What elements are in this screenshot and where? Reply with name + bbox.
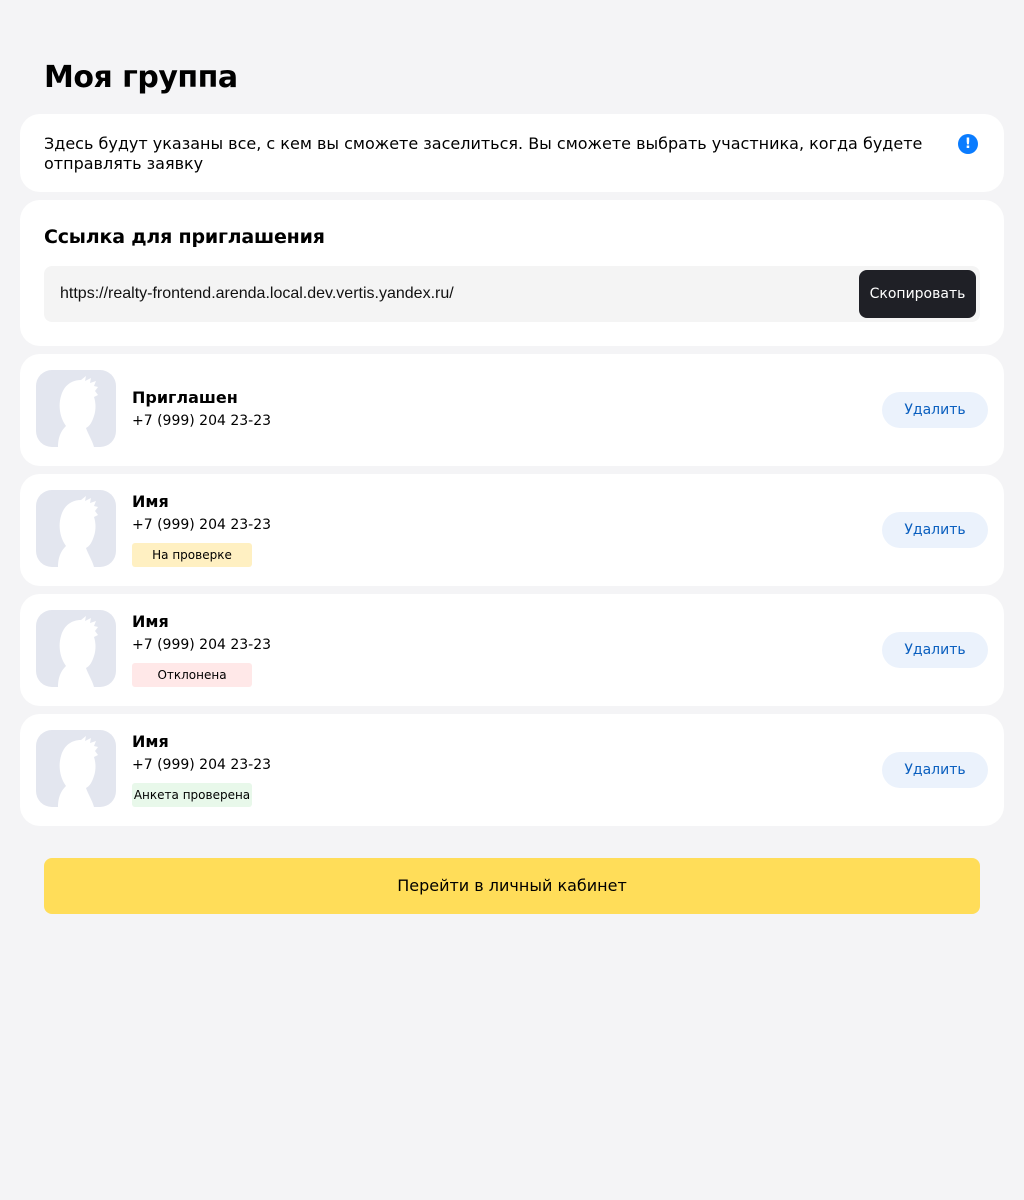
- member-phone: +7 (999) 204 23-23: [132, 637, 272, 653]
- avatar-placeholder-icon: [36, 730, 116, 807]
- member-name: Имя: [132, 612, 169, 631]
- info-exclamation-icon[interactable]: !: [958, 134, 978, 154]
- status-badge: Отклонена: [132, 663, 252, 687]
- member-phone: +7 (999) 204 23-23: [132, 517, 272, 533]
- delete-button[interactable]: Удалить: [882, 752, 988, 788]
- member-card: Имя +7 (999) 204 23-23 Отклонена Удалить: [20, 594, 1004, 706]
- status-badge: Анкета проверена: [132, 783, 252, 807]
- member-name: Приглашен: [132, 388, 238, 407]
- delete-button[interactable]: Удалить: [882, 392, 988, 428]
- go-to-cabinet-button[interactable]: Перейти в личный кабинет: [44, 858, 980, 914]
- member-phone: +7 (999) 204 23-23: [132, 757, 272, 773]
- member-card: Приглашен +7 (999) 204 23-23 Удалить: [20, 354, 1004, 466]
- invite-link-field[interactable]: https://realty-frontend.arenda.local.dev…: [44, 266, 980, 322]
- info-card: Здесь будут указаны все, с кем вы сможет…: [20, 114, 1004, 192]
- status-badge: На проверке: [132, 543, 252, 567]
- member-card: Имя +7 (999) 204 23-23 Анкета проверена …: [20, 714, 1004, 826]
- page-title: Моя группа: [44, 60, 238, 95]
- member-name: Имя: [132, 492, 169, 511]
- avatar-placeholder-icon: [36, 490, 116, 567]
- avatar-placeholder-icon: [36, 610, 116, 687]
- member-phone: +7 (999) 204 23-23: [132, 413, 272, 429]
- member-card: Имя +7 (999) 204 23-23 На проверке Удали…: [20, 474, 1004, 586]
- copy-button[interactable]: Скопировать: [859, 270, 976, 318]
- invite-title: Ссылка для приглашения: [44, 226, 325, 248]
- invite-card: Ссылка для приглашения https://realty-fr…: [20, 200, 1004, 346]
- avatar-placeholder-icon: [36, 370, 116, 447]
- delete-button[interactable]: Удалить: [882, 512, 988, 548]
- info-text: Здесь будут указаны все, с кем вы сможет…: [44, 134, 923, 173]
- delete-button[interactable]: Удалить: [882, 632, 988, 668]
- member-name: Имя: [132, 732, 169, 751]
- invite-url[interactable]: https://realty-frontend.arenda.local.dev…: [60, 266, 454, 322]
